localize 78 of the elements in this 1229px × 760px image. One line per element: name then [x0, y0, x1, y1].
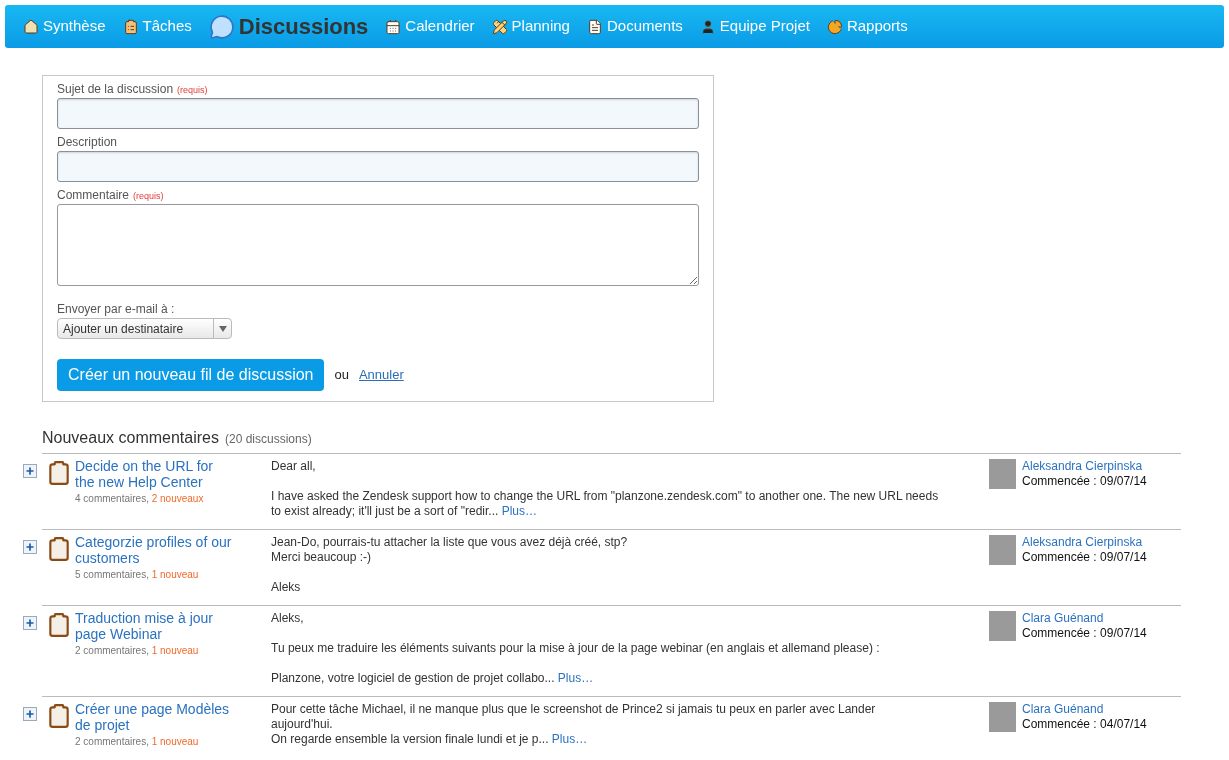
comment-count: 2 commentaires,	[75, 645, 149, 656]
nav-tab[interactable]: Rapports	[826, 15, 908, 38]
start-date: Commencée : 04/07/14	[1022, 717, 1147, 732]
nav-tab[interactable]: Planning	[491, 15, 570, 38]
avatar-photo-placeholder	[989, 611, 1016, 641]
more-link[interactable]: Plus…	[557, 671, 594, 685]
clipboard-icon	[46, 612, 72, 638]
expand-button[interactable]	[23, 464, 37, 478]
discussion-title[interactable]: Decide on the URL for the new Help Center	[75, 458, 233, 490]
clipboard-icon	[46, 460, 72, 486]
message-text: Dear all,	[271, 459, 316, 473]
clipboard-icon	[122, 18, 139, 35]
create-thread-button[interactable]: Créer un nouveau fil de discussion	[57, 359, 325, 391]
pie-chart-icon	[826, 18, 843, 35]
avatar-photo-placeholder	[989, 702, 1016, 732]
required-marker: (requis)	[177, 84, 208, 97]
nav-tab[interactable]: Calendrier	[385, 15, 475, 38]
pencil-ruler-icon	[491, 18, 508, 35]
avatar-photo-placeholder	[989, 459, 1016, 489]
message-text: Pour cette tâche Michael, il ne manque plus que le screenshot de Prince2 si jamais tu peux en parler avec Lander	[271, 702, 876, 716]
dropdown-arrow-icon	[218, 325, 227, 332]
required-marker: (requis)	[133, 190, 164, 203]
nav-tab[interactable]: Discussions	[208, 10, 369, 43]
discussion-title[interactable]: Traduction mise à jour page Webinar	[75, 610, 233, 642]
author-link[interactable]: Aleksandra Cierpinska	[1022, 459, 1147, 474]
new-count: 2 nouveaux	[151, 493, 204, 504]
message-text: Planzone, votre logiciel de gestion de projet collabo...	[271, 671, 555, 685]
author-link[interactable]: Aleksandra Cierpinska	[1022, 535, 1147, 550]
recipient-dropdown[interactable]: Ajouter un destinataire	[57, 318, 232, 339]
expand-button[interactable]	[23, 616, 37, 630]
speech-bubble-icon	[208, 13, 235, 40]
clipboard-icon	[46, 703, 72, 729]
more-link[interactable]: Plus…	[551, 732, 588, 746]
comment-count: 4 commentaires,	[75, 493, 149, 504]
start-date: Commencée : 09/07/14	[1022, 626, 1147, 641]
text-field[interactable]	[57, 151, 699, 182]
field-label: Sujet de la discussion	[57, 81, 174, 98]
expand-button[interactable]	[23, 707, 37, 721]
nav-tab[interactable]: Synthèse	[23, 15, 106, 38]
message-text: I have asked the Zendesk support how to change the URL from "planzone.zendesk.com" to another one. The new URL needs	[271, 489, 939, 503]
start-date: Commencée : 09/07/14	[1022, 474, 1147, 489]
message-text: Jean-Do, pourrais-tu attacher la liste que vous avez déjà créé, stp?	[271, 535, 628, 549]
comment-field[interactable]	[57, 204, 699, 286]
message-text: Merci beaucoup :-)	[271, 550, 372, 564]
field-label: Description	[57, 134, 118, 151]
comment-count: 5 commentaires,	[75, 569, 149, 580]
message-text: aujourd'hui.	[271, 717, 333, 731]
message-text: to exist already; it'll just be a sort of "redir...	[271, 504, 499, 518]
nav-tab[interactable]: Equipe Projet	[699, 15, 810, 38]
avatar-photo-placeholder	[989, 535, 1016, 565]
nav-tab[interactable]: Tâches	[122, 15, 192, 38]
message-text: Aleks	[271, 580, 301, 594]
more-link[interactable]: Plus…	[501, 504, 537, 518]
message-text: Aleks,	[271, 611, 304, 625]
discussion-title[interactable]: Categorzie profiles of our customers	[75, 534, 233, 566]
section-title: Nouveaux commentaires	[42, 428, 219, 448]
expand-button[interactable]	[23, 540, 37, 554]
or-text: ou	[334, 366, 349, 385]
email-label: Envoyer par e-mail à :	[57, 301, 176, 318]
discussion-title[interactable]: Créer une page Modèles de projet	[75, 701, 233, 733]
message-text: On regarde ensemble la version finale lundi et je p...	[271, 732, 549, 746]
message-text: Tu peux me traduire les éléments suivants pour la mise à jour de la page webinar (en anglais et allemand please) :	[271, 641, 880, 655]
calendar-icon	[385, 18, 402, 35]
document-icon	[586, 18, 603, 35]
field-label: Commentaire	[57, 187, 130, 204]
new-count: 1 nouveau	[151, 736, 199, 747]
author-link[interactable]: Clara Guénand	[1022, 611, 1147, 626]
comment-count: 2 commentaires,	[75, 736, 149, 747]
home-icon	[23, 18, 39, 35]
start-date: Commencée : 09/07/14	[1022, 550, 1147, 565]
text-field[interactable]	[57, 98, 699, 129]
discussion-count: (20 discussions)	[224, 431, 312, 448]
nav-tab[interactable]: Documents	[586, 15, 683, 38]
author-link[interactable]: Clara Guénand	[1022, 702, 1147, 717]
cancel-link[interactable]: Annuler	[358, 365, 404, 385]
new-count: 1 nouveau	[151, 645, 199, 656]
new-count: 1 nouveau	[151, 569, 199, 580]
clipboard-icon	[46, 536, 72, 562]
